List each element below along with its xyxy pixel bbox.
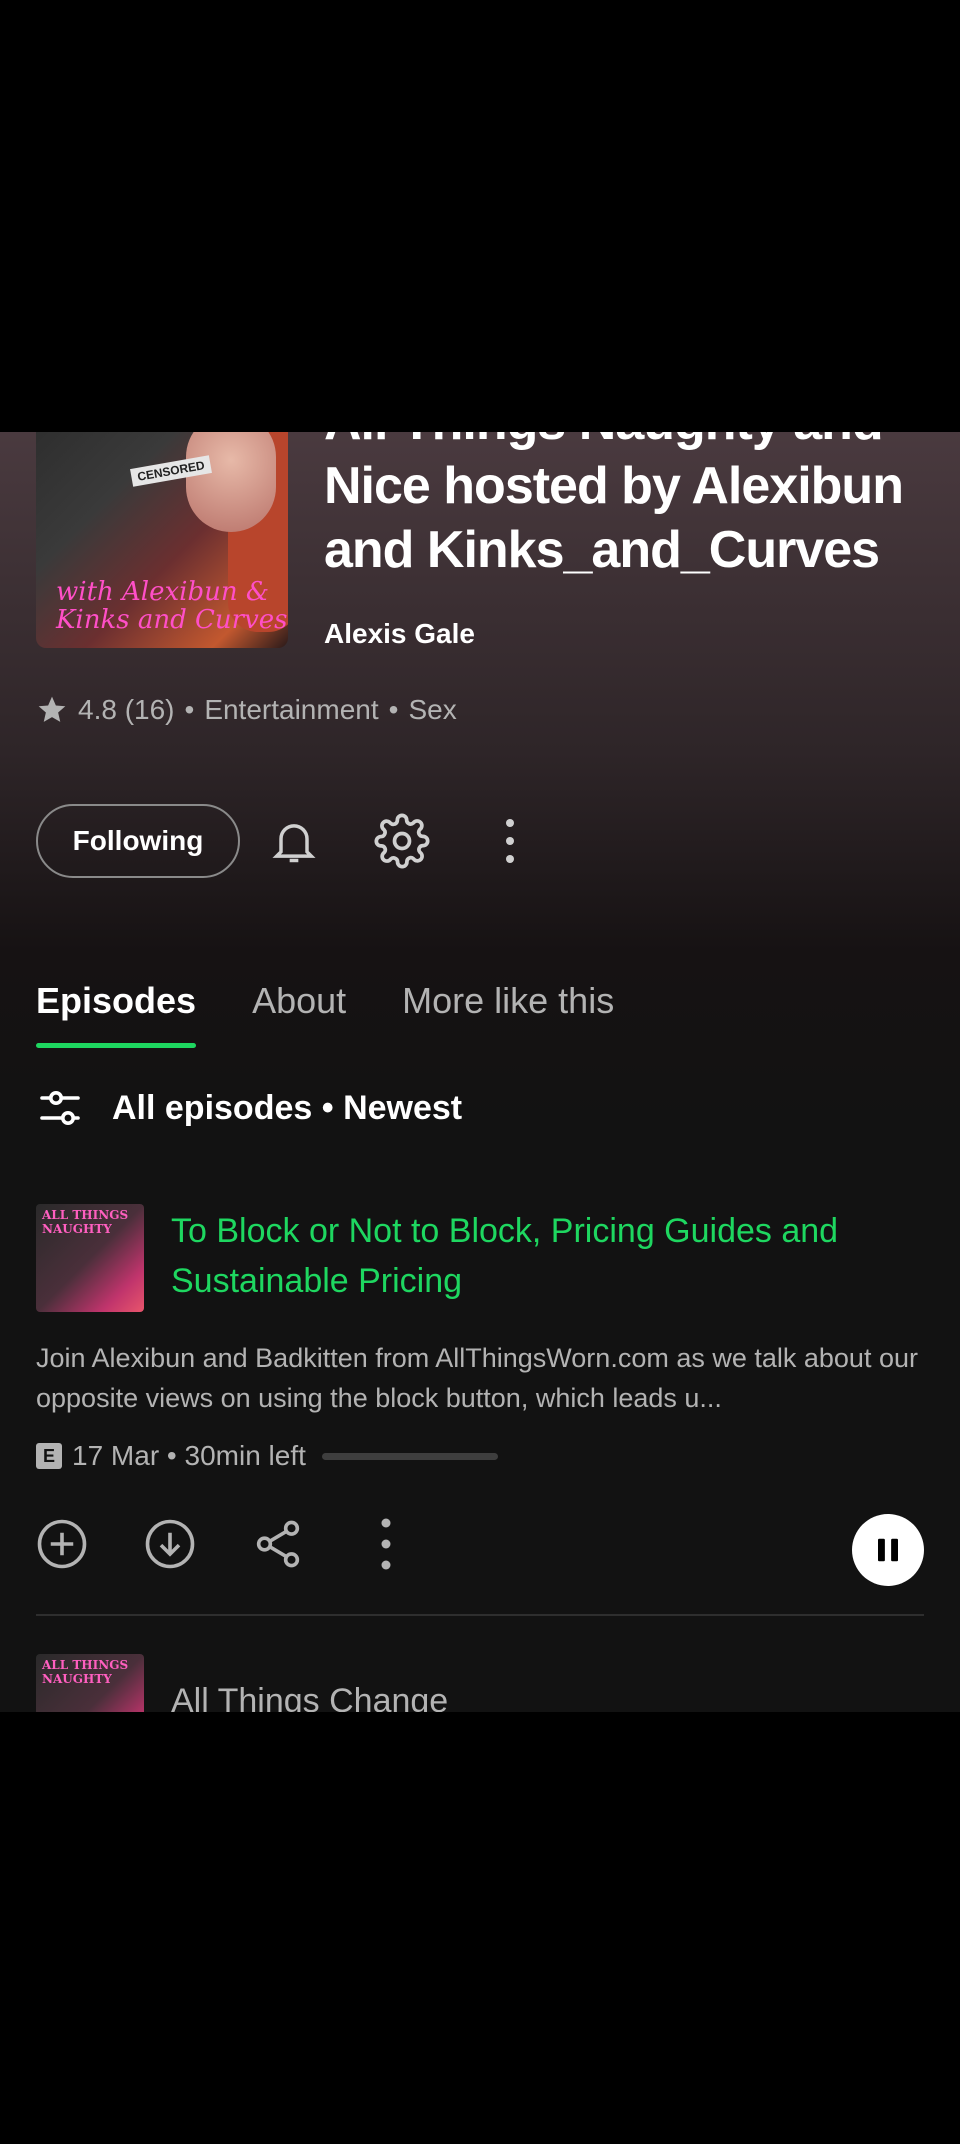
episode-title[interactable]: All Things Change (171, 1682, 448, 1712)
more-options-icon[interactable] (482, 813, 538, 869)
podcast-author[interactable]: Alexis Gale (324, 618, 475, 650)
episode-thumbnail-text: ALL THINGS NAUGHTY (42, 1658, 129, 1686)
podcast-title: All Things Naughty and Nice hosted by Al… (324, 432, 904, 579)
episode-title[interactable]: To Block or Not to Block, Pricing Guides… (171, 1206, 911, 1306)
gear-icon[interactable] (374, 813, 430, 869)
tab-more-like-this[interactable]: More like this (402, 980, 614, 1048)
podcast-screen: CENSORED with Alexibun & Kinks and Curve… (0, 432, 960, 1712)
pause-icon (878, 1538, 898, 1562)
add-circle-icon[interactable] (34, 1516, 90, 1572)
tab-about[interactable]: About (252, 980, 346, 1048)
star-icon (38, 696, 66, 722)
episode-date-duration: 17 Mar • 30min left (72, 1440, 306, 1471)
bell-icon[interactable] (266, 813, 322, 869)
following-button[interactable]: Following (36, 804, 240, 878)
episode-description[interactable]: Join Alexibun and Badkitten from AllThin… (36, 1338, 924, 1418)
tab-bar: Episodes About More like this (36, 980, 614, 1048)
download-icon[interactable] (142, 1516, 198, 1572)
explicit-badge: E (36, 1443, 62, 1469)
episode-divider (36, 1614, 924, 1616)
episode-thumbnail-text: ALL THINGS NAUGHTY (42, 1208, 129, 1236)
podcast-cover-art: CENSORED with Alexibun & Kinks and Curve… (36, 432, 288, 648)
episode-info: E 17 Mar • 30min left (36, 1440, 498, 1472)
podcast-rating[interactable]: 4.8 (16) (78, 694, 175, 726)
podcast-meta: 4.8 (16) • Entertainment • Sex (36, 694, 457, 726)
cover-art-face (186, 432, 276, 532)
sliders-icon (40, 1091, 80, 1125)
episode-progress-bar (321, 1452, 498, 1460)
more-vertical-icon[interactable] (358, 1516, 414, 1572)
episode-thumbnail[interactable]: ALL THINGS NAUGHTY (36, 1654, 144, 1712)
episode-thumbnail[interactable]: ALL THINGS NAUGHTY (36, 1204, 144, 1312)
pause-button[interactable] (852, 1514, 924, 1586)
tab-episodes[interactable]: Episodes (36, 980, 197, 1048)
filter-label: All episodes • Newest (112, 1088, 463, 1127)
meta-separator: • (184, 694, 195, 725)
category-entertainment[interactable]: Entertainment (204, 694, 378, 726)
meta-separator: • (388, 694, 399, 725)
cover-art-text: with Alexibun & Kinks and Curves (56, 577, 288, 635)
share-icon[interactable] (250, 1516, 306, 1572)
episode-filter[interactable]: All episodes • Newest (36, 1084, 462, 1132)
category-sex[interactable]: Sex (408, 694, 456, 726)
